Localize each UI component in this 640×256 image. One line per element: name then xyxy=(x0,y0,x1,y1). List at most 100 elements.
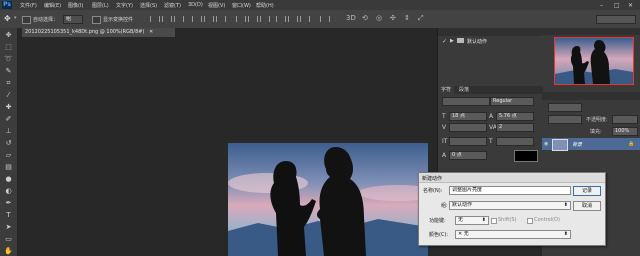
tool-preset-chevron-icon[interactable]: ▾ xyxy=(14,15,17,21)
menu-help[interactable]: 帮助(H) xyxy=(256,2,274,9)
3d-scale-icon[interactable]: ⤢ xyxy=(418,14,424,23)
brush-tool-icon[interactable]: ✐ xyxy=(4,115,13,124)
tab-character[interactable]: 字符 xyxy=(438,86,455,94)
horizontal-scale-icon: T xyxy=(489,138,493,145)
eyedropper-tool-icon[interactable]: ⁄ xyxy=(4,91,13,100)
tracking-field[interactable]: 2 xyxy=(496,123,534,132)
menu-filter[interactable]: 滤镜(T) xyxy=(164,2,181,9)
menu-file[interactable]: 文件(F) xyxy=(20,2,37,9)
shift-checkbox[interactable] xyxy=(491,218,497,224)
kerning-field[interactable] xyxy=(449,123,487,132)
color-dropdown[interactable]: ✕ 无 ⬍ xyxy=(455,230,571,239)
font-size-field[interactable]: 18 点 xyxy=(449,112,487,121)
align-vcenter-icon[interactable] xyxy=(162,16,172,22)
tab-paragraph[interactable]: 段落 xyxy=(456,86,472,94)
align-left-icon[interactable] xyxy=(192,16,202,22)
workspace-dropdown[interactable] xyxy=(596,15,636,24)
visibility-eye-icon[interactable]: ◉ xyxy=(544,141,548,147)
folder-icon xyxy=(457,38,464,43)
history-brush-tool-icon[interactable]: ↺ xyxy=(4,139,13,148)
marquee-tool-icon[interactable]: ⬚ xyxy=(4,43,13,52)
move-tool-icon[interactable]: ✥ xyxy=(4,31,13,40)
canvas-image[interactable] xyxy=(228,143,428,256)
eraser-tool-icon[interactable]: ▱ xyxy=(4,151,13,160)
layer-row-background[interactable]: ◉ 背景 🔒 xyxy=(542,138,640,151)
3d-slide-icon[interactable]: ⇕ xyxy=(404,14,410,22)
close-button[interactable]: ✕ xyxy=(628,2,633,9)
clone-stamp-tool-icon[interactable]: ⊥ xyxy=(4,127,13,136)
shift-label: Shift(S) xyxy=(498,217,517,223)
font-style-value: Regular xyxy=(493,98,513,104)
distribute-bottom-icon[interactable] xyxy=(260,16,270,22)
cancel-button[interactable]: 取消 xyxy=(573,201,601,211)
hand-tool-icon[interactable]: ✋ xyxy=(4,247,13,256)
quick-select-tool-icon[interactable]: ✎ xyxy=(4,67,13,76)
auto-select-dropdown[interactable]: 组 xyxy=(63,15,83,24)
record-button[interactable]: 记录 xyxy=(573,186,601,196)
3d-rotate-icon[interactable]: ⟲ xyxy=(362,14,368,22)
3d-roll-icon[interactable]: ◎ xyxy=(376,14,382,22)
font-style-dropdown[interactable]: Regular xyxy=(490,97,534,106)
menu-edit[interactable]: 编辑(E) xyxy=(44,2,61,9)
dodge-tool-icon[interactable]: ◐ xyxy=(4,187,13,196)
expand-triangle-icon[interactable]: ▶ xyxy=(450,38,454,44)
document-close-icon[interactable]: ✕ xyxy=(149,29,153,35)
minimize-button[interactable]: – xyxy=(600,2,603,9)
align-top-icon[interactable] xyxy=(150,16,160,22)
align-right-icon[interactable] xyxy=(216,16,226,22)
document-tab[interactable]: 20120225105351_k48Dt.png @ 100%(RGB/8#) … xyxy=(22,28,175,37)
blur-tool-icon[interactable]: ● xyxy=(4,175,13,184)
leading-field[interactable]: 5.76 点 xyxy=(496,112,534,121)
gradient-tool-icon[interactable]: ▤ xyxy=(4,163,13,172)
shape-tool-icon[interactable]: ▭ xyxy=(4,235,13,244)
fill-field[interactable]: 100% xyxy=(612,127,638,136)
move-tool-icon[interactable]: ✥ xyxy=(4,14,11,23)
distribute-vcenter-icon[interactable] xyxy=(248,16,258,22)
horizontal-scale-field[interactable] xyxy=(496,137,534,146)
layer-filter-dropdown[interactable] xyxy=(548,103,582,112)
auto-align-icon[interactable] xyxy=(320,16,330,22)
menu-type[interactable]: 文字(Y) xyxy=(116,2,133,9)
layer-name[interactable]: 背景 xyxy=(572,141,582,148)
layer-thumbnail xyxy=(552,139,568,151)
text-color-swatch[interactable] xyxy=(514,150,538,162)
type-tool-icon[interactable]: T xyxy=(4,211,13,220)
maximize-button[interactable]: □ xyxy=(614,2,620,9)
character-panel: 字符 段落 Regular T 18 点 A 5.76 点 V VA 2 IT … xyxy=(437,86,543,176)
set-dropdown[interactable]: 默认动作 ⬍ xyxy=(449,201,571,210)
align-hcenter-icon[interactable] xyxy=(204,16,214,22)
action-name-input[interactable]: 调整图片亮度 xyxy=(449,186,571,195)
menu-image[interactable]: 图像(I) xyxy=(68,2,83,9)
baseline-shift-value: 0 点 xyxy=(452,152,462,158)
menu-view[interactable]: 视图(V) xyxy=(208,2,225,9)
action-checkmark-icon[interactable]: ✓ xyxy=(442,38,447,45)
distribute-right-icon[interactable] xyxy=(300,16,310,22)
color-label: 颜色(C): xyxy=(429,232,449,238)
vertical-scale-field[interactable] xyxy=(449,137,487,146)
baseline-shift-field[interactable]: 0 点 xyxy=(449,151,487,160)
opacity-field[interactable] xyxy=(612,115,638,124)
lasso-tool-icon[interactable]: ➰ xyxy=(4,55,13,64)
blend-mode-dropdown[interactable] xyxy=(548,115,582,124)
distribute-top-icon[interactable] xyxy=(236,16,246,22)
set-label: 组: xyxy=(441,203,448,209)
menu-3d[interactable]: 3D(D) xyxy=(188,2,203,8)
navigator-thumbnail[interactable] xyxy=(554,37,634,85)
path-selection-tool-icon[interactable]: ➤ xyxy=(4,223,13,232)
action-set-name[interactable]: 默认动作 xyxy=(467,38,487,45)
menu-window[interactable]: 窗口(W) xyxy=(232,2,251,9)
crop-tool-icon[interactable]: ⌗ xyxy=(4,79,13,88)
align-bottom-icon[interactable] xyxy=(174,16,184,22)
3d-pan-icon[interactable]: ✣ xyxy=(390,14,396,22)
distribute-hcenter-icon[interactable] xyxy=(288,16,298,22)
distribute-left-icon[interactable] xyxy=(276,16,286,22)
control-checkbox[interactable] xyxy=(527,218,533,224)
auto-select-checkbox[interactable] xyxy=(22,16,31,24)
pen-tool-icon[interactable]: ✒ xyxy=(4,199,13,208)
show-transform-checkbox[interactable] xyxy=(92,16,101,24)
menu-select[interactable]: 选择(S) xyxy=(140,2,157,9)
healing-brush-tool-icon[interactable]: ✚ xyxy=(4,103,13,112)
font-family-dropdown[interactable] xyxy=(442,97,490,106)
menu-layer[interactable]: 图层(L) xyxy=(92,2,109,9)
function-key-dropdown[interactable]: 无 ⬍ xyxy=(455,216,489,225)
